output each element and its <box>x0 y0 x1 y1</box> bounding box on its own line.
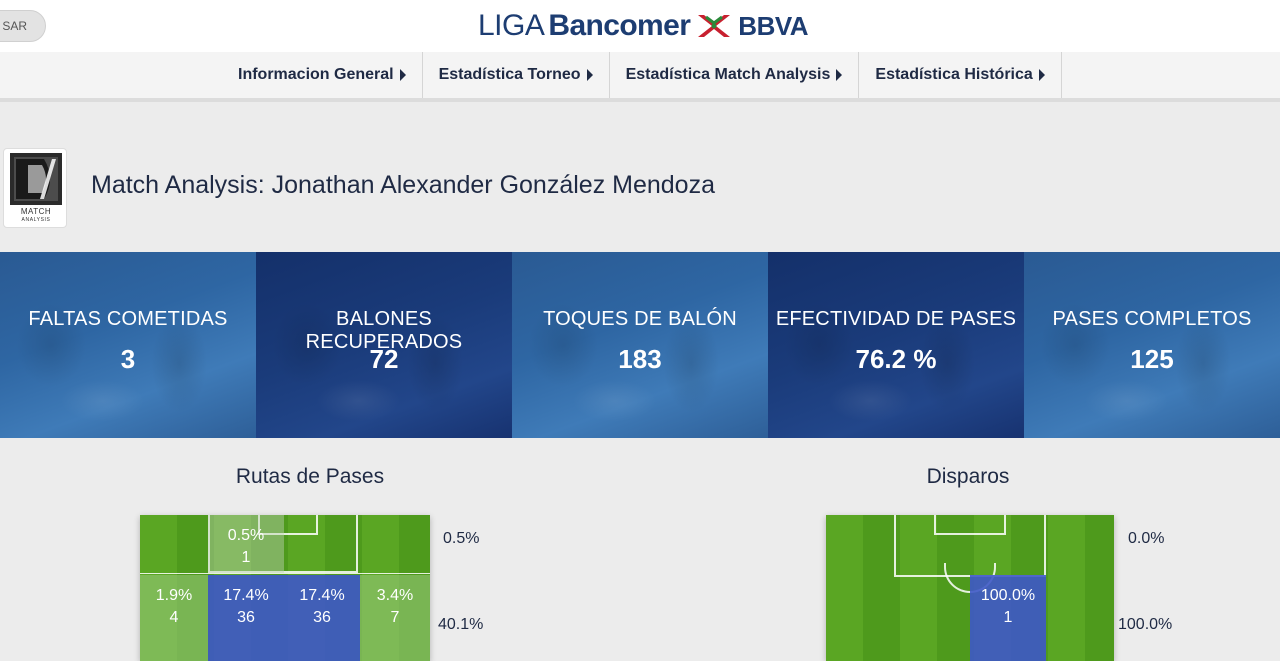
zone-count: 36 <box>237 609 255 626</box>
pitch-box-line <box>934 515 1006 535</box>
login-button[interactable]: SAR <box>0 10 46 42</box>
shots-row-pct: 0.0% <box>1128 530 1165 547</box>
stat-label: EFECTIVIDAD DE PASES <box>775 308 1017 330</box>
passes-pitch: 0.5% 1 1.9% 4 17.4% 36 17.4% 36 3.4% 7 <box>140 515 430 661</box>
brand-bbva: BBVA <box>738 10 809 41</box>
logo-text: MATCH <box>20 207 52 216</box>
top-bar: SAR LIGA Bancomer BBVA <box>0 0 1280 52</box>
title-row: MATCH ANALYSIS Match Analysis: Jonathan … <box>0 145 1280 230</box>
zone-count: 7 <box>390 609 400 626</box>
nav-label: Informacion General <box>238 66 394 83</box>
zone-pct: 1.9% <box>155 587 193 604</box>
stats-band: FALTAS COMETIDAS 3 BALONES RECUPERADOS 7… <box>0 252 1280 438</box>
passes-zone[interactable]: 17.4% 36 <box>208 575 284 661</box>
nav-informacion-general[interactable]: Informacion General <box>222 52 423 98</box>
match-analysis-logo: MATCH ANALYSIS <box>3 148 67 228</box>
brand-logo[interactable]: LIGA Bancomer BBVA <box>478 8 809 44</box>
stat-label: FALTAS COMETIDAS <box>28 308 228 330</box>
pitch-divider-line <box>140 573 430 574</box>
stat-faltas-cometidas: FALTAS COMETIDAS 3 <box>0 252 256 438</box>
stat-value: 3 <box>120 344 136 374</box>
stat-value: 72 <box>369 344 399 374</box>
stat-pases-completos: PASES COMPLETOS 125 <box>1024 252 1280 438</box>
passes-zone[interactable]: 17.4% 36 <box>284 575 360 661</box>
zone-pct: 3.4% <box>376 587 414 604</box>
shots-zone[interactable]: 100.0% 1 <box>970 575 1046 661</box>
passes-zone[interactable]: 3.4% 7 <box>360 575 430 661</box>
passes-row-pct: 0.5% <box>443 530 480 547</box>
main-nav: Informacion General Estadística Torneo E… <box>0 52 1280 102</box>
nav-estadistica-match-analysis[interactable]: Estadística Match Analysis <box>610 52 860 98</box>
match-analysis-icon <box>10 153 62 205</box>
shots-title: Disparos <box>926 465 1010 488</box>
stat-value: 183 <box>618 344 662 374</box>
stat-balones-recuperados: BALONES RECUPERADOS 72 <box>256 252 512 438</box>
zone-count: 36 <box>313 609 331 626</box>
nav-label: Estadística Torneo <box>438 66 581 83</box>
stat-value: 76.2 % <box>855 344 937 374</box>
brand-bancomer: Bancomer <box>548 9 691 42</box>
nav-label: Estadística Match Analysis <box>625 66 831 83</box>
passes-title: Rutas de Pases <box>235 465 385 488</box>
caret-right-icon <box>1038 69 1045 81</box>
caret-right-icon <box>399 69 406 81</box>
shots-row-pct: 100.0% <box>1118 616 1173 633</box>
liga-mx-icon <box>694 11 734 41</box>
page-title: Match Analysis: Jonathan Alexander Gonzá… <box>91 171 715 199</box>
shots-pitch: 100.0% 1 <box>826 515 1114 661</box>
stat-efectividad-de-pases: EFECTIVIDAD DE PASES 76.2 % <box>768 252 1024 438</box>
caret-right-icon <box>586 69 593 81</box>
passes-row-pct: 40.1% <box>438 616 484 633</box>
stat-label: PASES COMPLETOS <box>1052 308 1252 330</box>
caret-right-icon <box>836 69 843 81</box>
stat-label: TOQUES DE BALÓN <box>543 308 737 330</box>
passes-zone[interactable]: 0.5% 1 <box>208 515 284 573</box>
zone-count: 4 <box>169 609 179 626</box>
nav-label: Estadística Histórica <box>875 66 1033 83</box>
brand-liga: LIGA <box>478 9 545 42</box>
zone-pct: 100.0% <box>980 587 1036 604</box>
passes-zone[interactable]: 1.9% 4 <box>140 575 208 661</box>
stat-value: 125 <box>1130 344 1174 374</box>
zone-count: 1 <box>241 549 251 566</box>
zone-pct: 0.5% <box>227 527 265 544</box>
zone-pct: 17.4% <box>299 587 345 604</box>
zone-pct: 17.4% <box>223 587 269 604</box>
stat-toques-de-balon: TOQUES DE BALÓN 183 <box>512 252 768 438</box>
zone-count: 1 <box>1003 609 1013 626</box>
nav-estadistica-historica[interactable]: Estadística Histórica <box>859 52 1062 98</box>
nav-estadistica-torneo[interactable]: Estadística Torneo <box>423 52 610 98</box>
logo-subtext: ANALYSIS <box>21 217 51 223</box>
